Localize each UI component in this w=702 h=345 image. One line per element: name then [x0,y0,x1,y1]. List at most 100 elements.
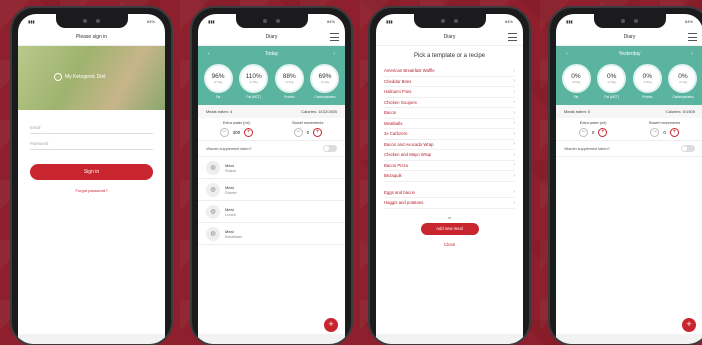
next-day-icon[interactable]: › [333,51,335,57]
forgot-password-link[interactable]: Forgot password? [18,188,165,193]
template-item[interactable]: Meatballs › [384,119,515,129]
ring-sub: of 52g [607,80,616,84]
plus-button[interactable]: + [244,128,254,137]
ring-sub: of 94g [571,80,581,84]
chevron-right-icon: › [513,141,515,148]
template-item[interactable]: Cheddar Bites › [384,77,515,87]
ring-label: Carbohydrates [672,95,694,99]
home-bar [198,334,345,344]
password-field[interactable]: Password [30,134,153,150]
date-label: Today [264,50,279,57]
diary-title: Diary [623,33,636,40]
diary-screen: ▮▮▮ 11:05 84% Diary ‹ Today › 96%of 94gF… [198,14,345,344]
template-item[interactable]: Chicken Goujons › [384,98,515,108]
recipe-name: Eggs and bacon [384,189,416,195]
plus-button[interactable]: + [598,128,608,137]
minus-button[interactable]: − [293,128,303,137]
template-name: 3x Carbzero [384,131,408,137]
meal-item[interactable]: ◍ Meal Breakfast [198,223,345,245]
home-bar [376,334,523,344]
status-battery: 84% [504,18,513,24]
template-item[interactable]: Chicken and Mayo Wrap › [384,150,515,161]
ring-label: Carbohydrates [314,95,336,99]
chevron-right-icon: › [513,109,515,116]
prev-day-icon[interactable]: ‹ [208,51,210,57]
menu-icon[interactable] [688,33,697,41]
date-nav: ‹ Yesterday › [556,46,702,61]
meal-item[interactable]: ◍ Meal Lunch [198,201,345,223]
water-label: Extra water (ml) [579,121,607,125]
steppers: Extra water (ml) −0 + Bowel movements −0 + [556,118,702,141]
ring-label: Protein [284,95,295,99]
prev-day-icon[interactable]: ‹ [566,51,568,57]
menu-icon[interactable] [330,33,339,41]
signal-icon: ▮▮▮ [28,18,35,24]
or-label: or [447,214,452,220]
ring-value: 88% [282,73,296,80]
date-nav: ‹ Today › [198,46,345,61]
template-name: Bacon Pizza [384,162,408,168]
vitamin-row: Vitamin supplement taken? [198,141,345,157]
recipe-item[interactable]: Haggis and potatoes › [384,198,515,209]
vitamin-toggle[interactable] [681,145,695,152]
minus-button[interactable]: − [650,128,660,137]
template-name: Chicken Goujons [384,99,417,105]
ring-sub: of 39g [285,80,294,84]
plate-icon: ◍ [206,160,220,175]
ring-label: Fat (MCT) [604,95,619,99]
ring-value: 110% [245,73,262,80]
notch [593,14,666,28]
ring-value: 0% [678,73,688,80]
next-day-icon[interactable]: › [691,51,693,57]
calories: Calories: 0/1505 [665,109,695,114]
plus-button[interactable]: + [313,128,323,137]
water-stepper: Extra water (ml) −0 + [578,121,608,137]
signin-button[interactable]: Sign in [30,164,153,180]
vitamin-toggle[interactable] [323,145,337,152]
template-name: American Breakfast Waffle [384,68,435,74]
info-bar: Meals eaten: 4 Calories: 1432/1505 [198,105,345,118]
chevron-right-icon: › [513,199,515,206]
ring-value: 0% [642,73,653,80]
ring-carbs: 69% of 13g Carbohydrates [310,64,340,99]
calories: Calories: 1432/1505 [301,109,337,114]
template-item[interactable]: Bacon and Avocado Wrap › [384,140,515,150]
chevron-right-icon: › [513,120,515,127]
template-header: Diary [376,28,523,46]
chevron-right-icon: › [513,151,515,158]
template-item[interactable]: 3x Carbzero › [384,129,515,140]
template-name: Halloumi Fries [384,89,412,95]
template-item[interactable]: Bacon Pizza › [384,161,515,171]
ring-value: 96% [211,73,225,80]
minus-button[interactable]: − [219,128,229,137]
ring-fat: 0% of 94g Fat [561,64,591,99]
plus-button[interactable]: + [669,128,679,137]
meal-item[interactable]: ◍ Meal Dinner [198,179,345,201]
chevron-right-icon: › [513,162,515,169]
meals-eaten: Meals eaten: 4 [206,109,233,114]
diary-screen: ▮▮▮ 11:05 84% Diary ‹ Yesterday › 0%of 9… [556,14,702,344]
template-item[interactable]: American Breakfast Waffle › [384,66,515,77]
minus-button[interactable]: − [578,128,588,137]
email-field[interactable]: Email [30,118,153,134]
menu-icon[interactable] [508,33,517,41]
template-screen: ▮▮▮ 11:05 84% Diary Pick a template or a… [376,14,523,344]
ring-value: 69% [318,73,332,80]
add-meal-fab[interactable]: + [682,318,696,332]
template-item[interactable]: Halloumi Fries › [384,87,515,98]
phone-diary-today: ▮▮▮ 11:05 84% Diary ‹ Today › 96%of 94gF… [190,6,353,345]
meals-eaten: Meals eaten: 0 [564,109,591,114]
template-item[interactable]: Bacon › [384,108,515,119]
recipe-item[interactable]: Eggs and bacon › [384,188,515,198]
ring-carbs: 0% of 13g Carbohydrates [668,64,698,99]
date-label: Yesterday [618,50,641,57]
ring-protein: 0% of 39g Protein [632,64,662,99]
signin-label: Sign in [83,169,100,175]
template-item[interactable]: Bezaquik › [384,171,515,182]
add-meal-fab[interactable]: + [324,318,338,332]
signal-icon: ▮▮▮ [208,18,215,24]
close-link[interactable]: Close [376,242,523,247]
add-new-meal-button[interactable]: Add new meal [420,222,479,235]
macro-rings: 0% of 94g Fat 0% of 52g Fat (MCT) 0% of 39g Pr… [556,61,702,105]
meal-item[interactable]: ◍ Meal Snack [198,157,345,179]
